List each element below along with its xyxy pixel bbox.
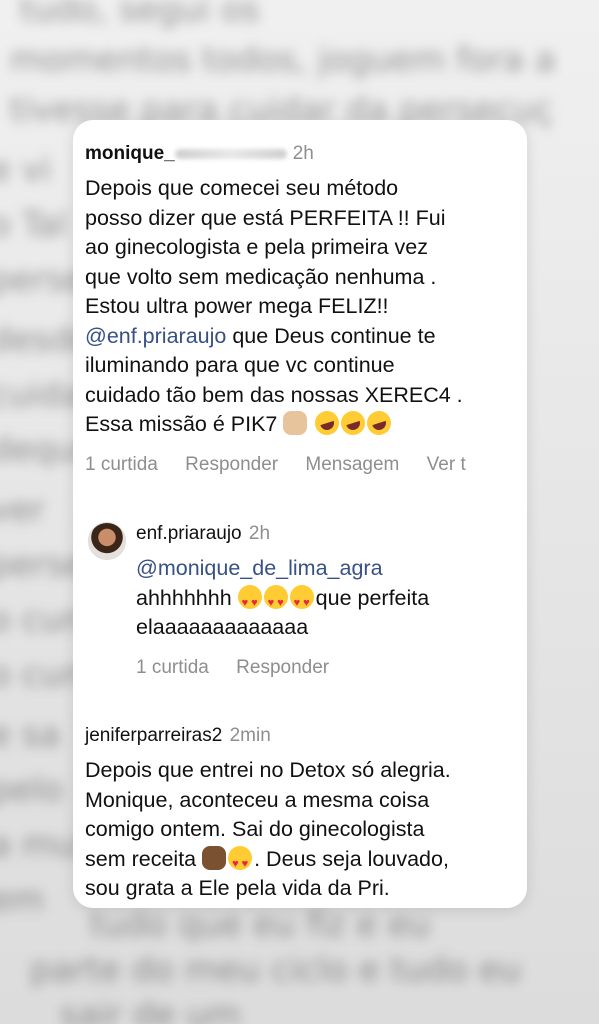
comment-line-text: sem receita (85, 846, 197, 871)
reply-text: @monique_de_lima_agra ahhhhhhh que perfe… (136, 554, 516, 643)
ghost-text: parte do meu ciclo e tudo eu (30, 950, 522, 990)
comment-monique: monique_ 2h Depois que comecei seu método… (85, 142, 527, 476)
comments-card: monique_ 2h Depois que comecei seu método… (73, 120, 527, 908)
comment-actions: 1 curtida Responder Mensagem Ver t (85, 454, 527, 476)
comment-username[interactable]: monique_ (85, 143, 175, 164)
comment-text: Depois que entrei no Detox só alegria. M… (85, 756, 517, 904)
comment-line: Depois que entrei no Detox só alegria. (85, 758, 451, 782)
likes-count[interactable]: 1 curtida (85, 454, 158, 475)
comment-time: 2h (292, 143, 314, 164)
likes-count[interactable]: 1 curtida (136, 657, 209, 678)
see-translation-button[interactable]: Ver t (427, 454, 466, 475)
comment-line: @enf.priaraujo que Deus continue te (85, 322, 517, 352)
reply-mention: @monique_de_lima_agra (136, 554, 516, 584)
mention-link[interactable]: @enf.priaraujo (85, 324, 226, 348)
redacted-username (174, 148, 287, 159)
heart-eyes-emoji-icon (228, 845, 253, 879)
comment-header: jeniferparreiras2 2min (85, 724, 527, 748)
reply-button[interactable]: Responder (185, 454, 278, 475)
reply-line: ahhhhhhh que perfeita (136, 584, 516, 618)
ghost-text: tudo que eu fiz e eu (90, 905, 431, 945)
comment-username[interactable]: jeniferparreiras2 (85, 725, 222, 746)
reply-button[interactable]: Responder (236, 657, 329, 678)
ghost-text: tudo, segui os (20, 0, 260, 30)
comment-line-text: Essa missão é PIK7 (85, 412, 278, 436)
comment-line-rest: que Deus continue te (232, 323, 436, 348)
comment-line: posso dizer que está PERFEITA !! Fui (85, 205, 446, 230)
heart-eyes-emoji-icon (289, 584, 314, 618)
ghost-text: momentos todos, joguem fora a (10, 40, 556, 80)
reply-header: enf.priaraujo 2h (136, 522, 527, 546)
comment-line: iluminando para que vc continue (85, 353, 395, 377)
reply-line-end: que perfeita (315, 585, 430, 610)
comment-line: sou grata a Ele pela vida da Pri. (85, 876, 390, 900)
reply-actions: 1 curtida Responder (136, 657, 527, 679)
comment-line: cuidado tão bem das nossas XEREC4 . (85, 382, 463, 407)
ghost-text: sair de um (60, 995, 241, 1024)
comment-text: Depois que comecei seu método posso dize… (85, 174, 517, 440)
rofl-emoji-icon (312, 407, 343, 439)
comment-line: ao ginecologista e pela primeira vez (85, 235, 429, 259)
comment-line: Monique, aconteceu a mesma coisa (85, 787, 430, 812)
message-button[interactable]: Mensagem (305, 454, 399, 475)
comment-line: que volto sem medicação nenhuma . (85, 264, 437, 289)
reply-line-text: ahhhhhhh (136, 585, 232, 610)
reply-line: elaaaaaaaaaaaaa (136, 615, 309, 639)
fist-bump-emoji-icon (283, 411, 308, 435)
rofl-emoji-icon (338, 407, 369, 439)
comment-jenifer: jeniferparreiras2 2min Depois que entrei… (85, 724, 527, 904)
avatar[interactable] (88, 522, 126, 560)
comment-line: Estou ultra power mega FELIZ!! (85, 294, 389, 318)
heart-eyes-emoji-icon (263, 584, 288, 618)
comment-line: Essa missão é PIK7 (85, 407, 517, 440)
comment-line: sem receita . Deus seja louvado, (85, 845, 517, 879)
reply-enf-priaraujo: enf.priaraujo 2h @monique_de_lima_agra a… (88, 522, 527, 679)
heart-eyes-emoji-icon (237, 584, 262, 618)
comment-line: comigo ontem. Sai do ginecologista (85, 817, 425, 841)
reply-time: 2h (248, 523, 271, 544)
raising-hands-emoji-icon (202, 845, 227, 870)
comment-line-end: . Deus seja louvado, (254, 846, 449, 871)
reply-username[interactable]: enf.priaraujo (136, 523, 242, 544)
comment-line: Depois que comecei seu método (85, 176, 399, 200)
rofl-emoji-icon (364, 407, 395, 439)
comment-header: monique_ 2h (85, 142, 527, 166)
mention-link[interactable]: @monique_de_lima_agra (136, 556, 383, 580)
comment-time: 2min (229, 725, 271, 746)
